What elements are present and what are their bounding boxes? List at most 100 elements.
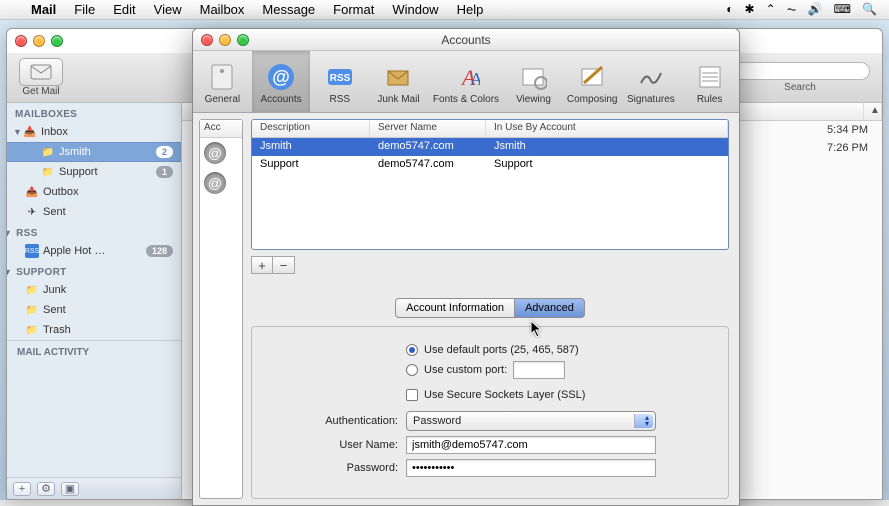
input-icon[interactable]: ⌨: [834, 2, 851, 16]
close-icon[interactable]: [15, 35, 27, 47]
mail-sidebar: MAILBOXES ▼ 📥 Inbox 📁 Jsmith 2 📁 Support…: [7, 103, 182, 499]
menu-view[interactable]: View: [145, 2, 191, 17]
add-server-button[interactable]: +: [251, 256, 273, 274]
disclosure-icon[interactable]: ▼: [6, 228, 13, 238]
sort-icon[interactable]: ▲: [864, 103, 882, 120]
table-row[interactable]: Jsmith demo5747.com Jsmith: [252, 138, 728, 156]
sidebar-item-label: Junk: [43, 284, 66, 296]
password-field[interactable]: [406, 459, 656, 477]
unread-badge: 1: [156, 166, 173, 178]
get-mail-label: Get Mail: [22, 86, 59, 97]
inbox-icon: 📥: [23, 125, 37, 139]
account-row[interactable]: @: [200, 168, 242, 198]
mailbox-icon: 📁: [41, 165, 55, 179]
accounts-preferences-window: Accounts General @Accounts RSSRSS Junk M…: [192, 28, 740, 506]
sidebar-item-junk[interactable]: 📁 Junk: [7, 280, 181, 300]
search-input[interactable]: [730, 62, 870, 80]
sidebar-item-sent[interactable]: ✈ Sent: [7, 202, 181, 222]
table-row[interactable]: Support demo5747.com Support: [252, 156, 728, 174]
tray-icon[interactable]: ◐: [726, 2, 733, 16]
sidebar-item-apple-hot[interactable]: RSS Apple Hot … 128: [7, 241, 181, 261]
mail-activity-label: MAIL ACTIVITY: [7, 340, 181, 364]
sidebar-item-label: Outbox: [43, 186, 78, 198]
zoom-icon[interactable]: [51, 35, 63, 47]
accounts-source-list: Acc @ @: [199, 119, 243, 499]
section-rss: ▼ RSS: [7, 222, 181, 241]
menu-help[interactable]: Help: [448, 2, 493, 17]
section-support: ▼ SUPPORT: [7, 261, 181, 280]
advanced-panel: Use default ports (25, 465, 587) Use cus…: [251, 326, 729, 499]
sidebar-item-label: Apple Hot …: [43, 245, 105, 257]
svg-text:RSS: RSS: [329, 73, 350, 84]
folder-icon: 📁: [25, 303, 39, 317]
disclosure-icon[interactable]: ▼: [13, 127, 23, 137]
authentication-label: Authentication:: [266, 415, 406, 427]
custom-port-field[interactable]: [513, 361, 565, 379]
tab-viewing[interactable]: Viewing: [504, 51, 563, 112]
ssl-checkbox[interactable]: [406, 389, 418, 401]
add-button[interactable]: +: [13, 482, 31, 496]
sidebar-item-label: Sent: [43, 206, 66, 218]
volume-icon[interactable]: 🔊: [808, 2, 823, 16]
sidebar-item-jsmith[interactable]: 📁 Jsmith 2: [7, 142, 181, 162]
column-header[interactable]: In Use By Account: [486, 120, 728, 137]
servers-table: Description Server Name In Use By Accoun…: [251, 119, 729, 250]
app-menu[interactable]: Mail: [22, 2, 65, 17]
tab-rules[interactable]: Rules: [680, 51, 739, 112]
tab-advanced[interactable]: Advanced: [515, 298, 585, 318]
svg-text:@: @: [272, 67, 290, 87]
menu-edit[interactable]: Edit: [104, 2, 144, 17]
folder-icon: 📁: [25, 323, 39, 337]
remove-server-button[interactable]: −: [273, 256, 295, 274]
window-title: Accounts: [193, 33, 739, 47]
tab-general[interactable]: General: [193, 51, 252, 112]
username-field[interactable]: [406, 436, 656, 454]
custom-port-label: Use custom port:: [424, 364, 507, 376]
show-button[interactable]: ▣: [61, 482, 79, 496]
tab-account-information[interactable]: Account Information: [395, 298, 515, 318]
sent-icon: ✈: [25, 205, 39, 219]
menu-mailbox[interactable]: Mailbox: [191, 2, 254, 17]
sidebar-item-trash[interactable]: 📁 Trash: [7, 320, 181, 340]
airport-icon[interactable]: ⏦: [787, 2, 797, 16]
sidebar-item-label: Trash: [43, 324, 71, 336]
sidebar-item-sent2[interactable]: 📁 Sent: [7, 300, 181, 320]
action-button[interactable]: ⚙: [37, 482, 55, 496]
menubar-tray: ◐ ✱ ⌃ ⏦ 🔊 ⌨ 🔍: [722, 2, 881, 17]
tab-junk-mail[interactable]: Junk Mail: [369, 51, 428, 112]
sidebar-item-label: Sent: [43, 304, 66, 316]
sidebar-item-inbox[interactable]: ▼ 📥 Inbox: [7, 122, 181, 142]
get-mail-button[interactable]: Get Mail: [19, 58, 63, 97]
sidebar-bottom-bar: + ⚙ ▣: [7, 477, 181, 499]
ssl-label: Use Secure Sockets Layer (SSL): [424, 389, 585, 401]
column-header[interactable]: Acc: [200, 120, 242, 138]
menu-message[interactable]: Message: [253, 2, 324, 17]
system-menubar: Mail File Edit View Mailbox Message Form…: [0, 0, 889, 20]
unread-badge: 128: [146, 245, 173, 257]
column-header[interactable]: Description: [252, 120, 370, 137]
wifi-icon[interactable]: ⌃: [766, 2, 776, 16]
account-row[interactable]: @: [200, 138, 242, 168]
mailbox-icon: 📁: [41, 145, 55, 159]
tab-composing[interactable]: Composing: [563, 51, 622, 112]
tab-signatures[interactable]: Signatures: [622, 51, 681, 112]
menu-format[interactable]: Format: [324, 2, 383, 17]
default-ports-radio[interactable]: [406, 344, 418, 356]
disclosure-icon[interactable]: ▼: [6, 267, 13, 277]
bluetooth-icon[interactable]: ✱: [745, 2, 755, 16]
tab-fonts-colors[interactable]: AAFonts & Colors: [428, 51, 504, 112]
rss-icon: RSS: [25, 244, 39, 258]
tab-accounts[interactable]: @Accounts: [252, 51, 311, 112]
sidebar-item-outbox[interactable]: 📤 Outbox: [7, 182, 181, 202]
column-header[interactable]: Server Name: [370, 120, 486, 137]
authentication-select[interactable]: Password ▴▾: [406, 411, 656, 431]
custom-port-radio[interactable]: [406, 364, 418, 376]
tab-rss[interactable]: RSSRSS: [310, 51, 369, 112]
menu-file[interactable]: File: [65, 2, 104, 17]
default-ports-label: Use default ports (25, 465, 587): [424, 344, 579, 356]
menu-window[interactable]: Window: [383, 2, 447, 17]
folder-icon: 📁: [25, 283, 39, 297]
spotlight-icon[interactable]: 🔍: [862, 2, 877, 16]
sidebar-item-support[interactable]: 📁 Support 1: [7, 162, 181, 182]
minimize-icon[interactable]: [33, 35, 45, 47]
